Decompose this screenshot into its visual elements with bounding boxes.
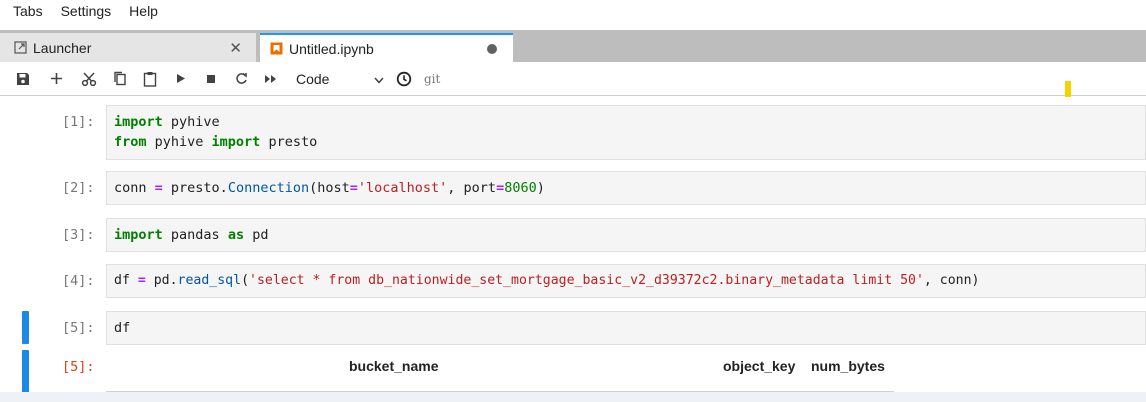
code-token: pyhive	[146, 134, 212, 150]
cell-prompt: [5]:	[62, 320, 95, 336]
code-token: pd	[244, 227, 269, 243]
cut-icon[interactable]	[80, 67, 98, 91]
cell-prompt: [3]:	[62, 227, 95, 243]
cell-prompt: [1]:	[62, 114, 95, 130]
cell-type-select[interactable]: Code	[296, 71, 384, 87]
code-token: , conn)	[923, 273, 980, 288]
code-token: =	[137, 273, 146, 288]
code-token: (	[241, 273, 250, 288]
code-token: presto	[260, 134, 318, 150]
code-token: =	[496, 180, 505, 196]
code-token: 'localhost'	[357, 180, 448, 196]
tab-bar: Launcher ✕ Untitled.ipynb	[0, 30, 1146, 62]
cell-prompt: [4]:	[62, 273, 95, 289]
cursor-marker	[1065, 81, 1071, 97]
code-token: pd.	[145, 273, 178, 288]
code-token: , port	[447, 180, 497, 196]
code-editor[interactable]: df = pd.read_sql('select * from db_natio…	[106, 264, 1146, 298]
output-prompt: [5]:	[62, 359, 95, 375]
code-token: df	[114, 320, 131, 336]
paste-icon[interactable]	[142, 67, 158, 91]
code-token: read_sql	[177, 273, 242, 288]
tab-launcher[interactable]: Launcher ✕	[0, 33, 257, 62]
output-collapse-bar[interactable]	[22, 350, 29, 395]
code-editor[interactable]: import pyhive from pyhive import presto	[106, 105, 1146, 160]
column-header-object-key: object_key	[723, 358, 796, 374]
menu-tabs[interactable]: Tabs	[13, 3, 43, 19]
code-token: df	[114, 273, 138, 288]
scroll-fade	[0, 392, 1146, 402]
code-token: Connection	[227, 180, 310, 196]
code-token: from	[114, 134, 147, 150]
chevron-down-icon	[374, 71, 384, 87]
code-cell-2[interactable]: [2]: conn = presto.Connection(host='loca…	[0, 171, 1146, 205]
code-cell-4[interactable]: [4]: df = pd.read_sql('select * from db_…	[0, 264, 1146, 298]
code-token: pandas	[162, 227, 228, 243]
code-token: 'select * from db_nationwide_set_mortgag…	[249, 273, 924, 288]
code-token: 8060	[504, 180, 537, 196]
code-token: import	[211, 134, 261, 150]
code-token: import	[114, 227, 163, 243]
code-token: import	[114, 114, 163, 130]
code-token: pyhive	[162, 114, 220, 130]
code-editor[interactable]: df	[106, 311, 1146, 345]
code-token: conn	[114, 180, 155, 196]
code-cell-3[interactable]: [3]: import pandas as pd	[0, 218, 1146, 252]
add-cell-icon[interactable]	[48, 67, 64, 91]
cell-type-value: Code	[296, 70, 330, 87]
unsaved-dot-icon[interactable]	[487, 43, 497, 54]
menu-help[interactable]: Help	[129, 3, 158, 19]
close-icon[interactable]: ✕	[229, 39, 242, 57]
git-label[interactable]: git	[424, 72, 440, 86]
code-cell-1[interactable]: [1]: import pyhive from pyhive import pr…	[0, 105, 1146, 160]
tab-notebook[interactable]: Untitled.ipynb	[260, 33, 513, 62]
tab-launcher-label: Launcher	[33, 39, 92, 56]
notebook-icon	[270, 42, 283, 55]
column-header-bucket-name: bucket_name	[349, 358, 439, 374]
clock-icon[interactable]	[396, 67, 412, 91]
code-editor[interactable]: import pandas as pd	[106, 218, 1146, 252]
menu-bar: Tabs Settings Help	[0, 0, 1146, 22]
menu-settings[interactable]: Settings	[61, 3, 112, 19]
code-token: =	[349, 180, 358, 196]
code-token: )	[536, 180, 545, 196]
code-editor[interactable]: conn = presto.Connection(host='localhost…	[106, 171, 1146, 205]
run-icon[interactable]	[174, 67, 188, 91]
save-icon[interactable]	[14, 67, 32, 91]
restart-icon[interactable]	[234, 67, 248, 91]
launcher-icon	[14, 41, 27, 54]
notebook-toolbar: Code git	[0, 62, 1146, 96]
cell-prompt: [2]:	[62, 180, 95, 196]
stop-icon[interactable]	[204, 67, 218, 91]
output-dataframe-table: bucket_name object_key num_bytes	[106, 351, 894, 396]
code-token: (host	[309, 180, 350, 196]
column-header-num-bytes: num_bytes	[811, 358, 885, 374]
code-token: presto.	[162, 180, 228, 196]
code-token: as	[227, 227, 245, 243]
tab-notebook-label: Untitled.ipynb	[289, 40, 374, 57]
code-cell-5[interactable]: [5]: df	[0, 311, 1146, 345]
fast-forward-icon[interactable]	[262, 67, 278, 91]
code-token: =	[154, 180, 163, 196]
copy-icon[interactable]	[112, 67, 128, 91]
